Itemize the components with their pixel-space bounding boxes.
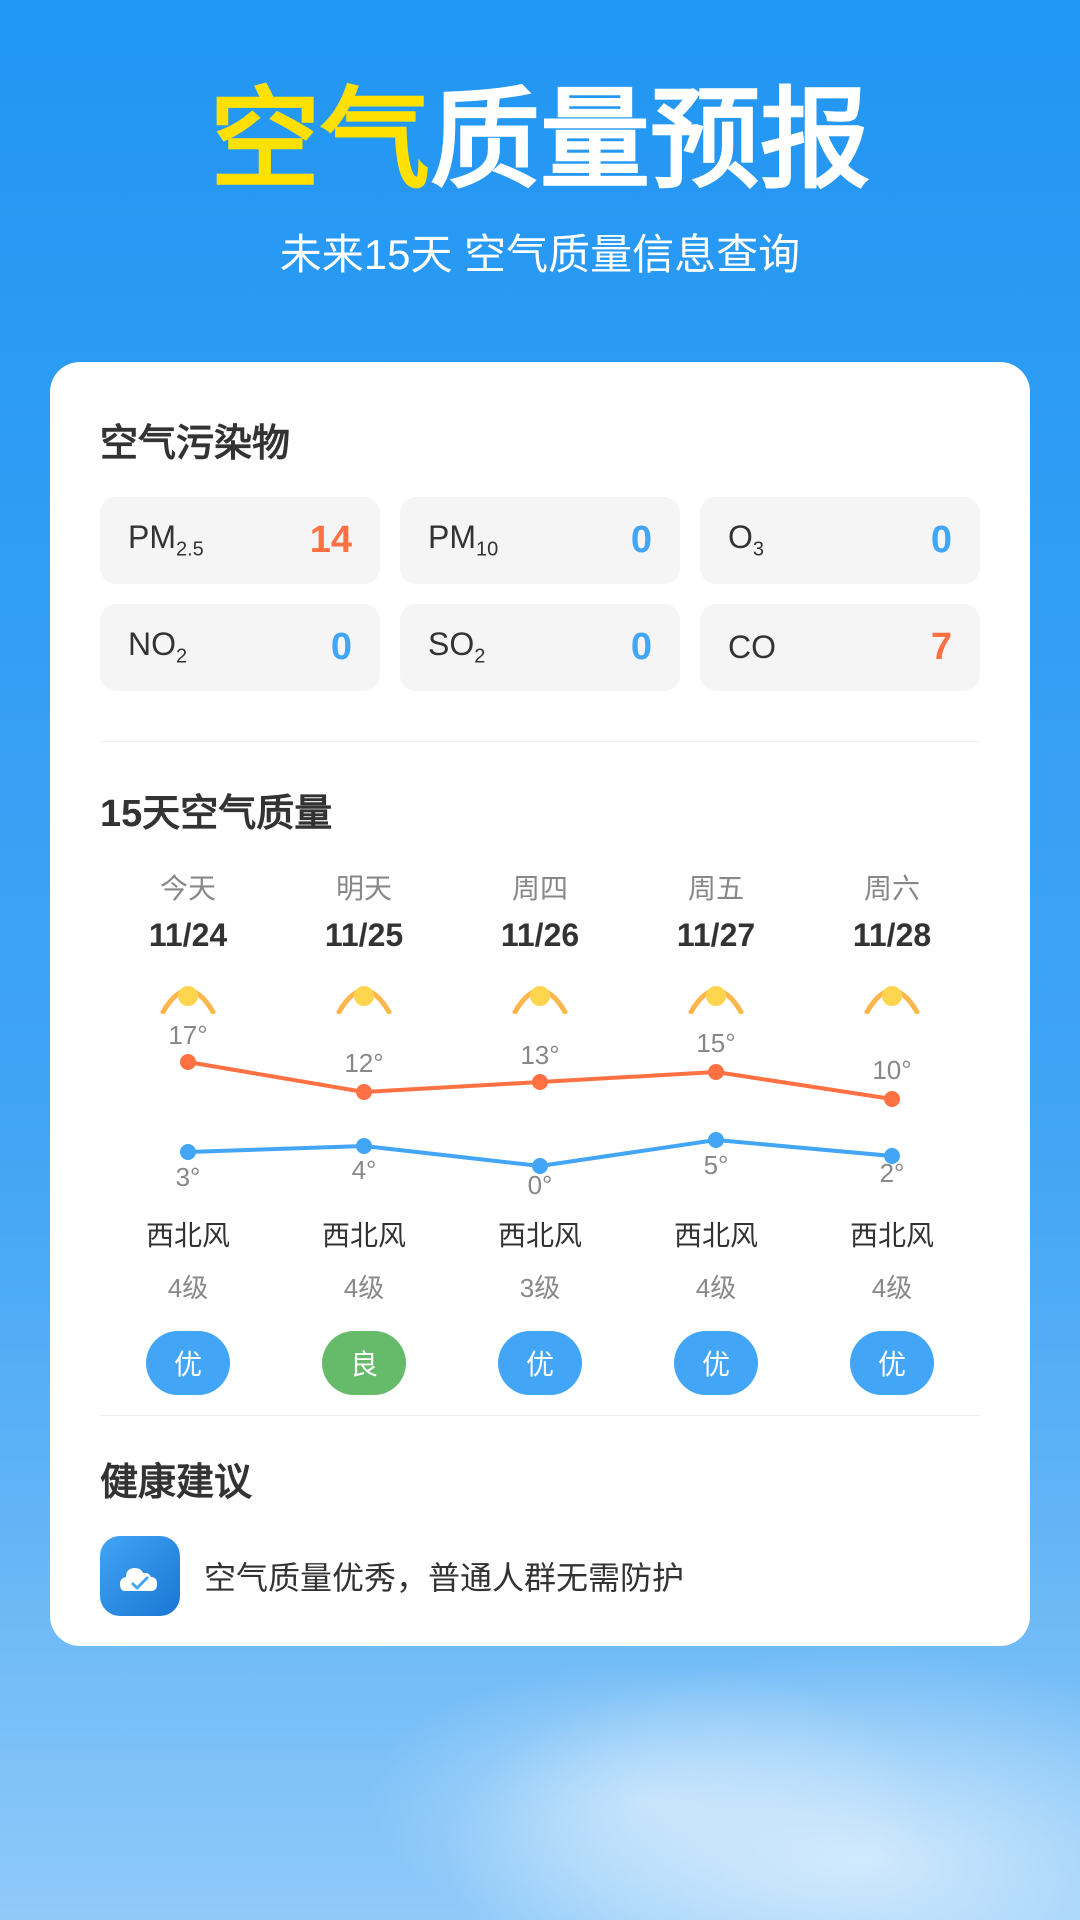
main-title: 空气质量预报 (60, 80, 1020, 201)
forecast-day-3: 周五 (688, 867, 744, 907)
forecast-date-1: 11/25 (325, 917, 403, 954)
sun-icon-1 (334, 974, 394, 1014)
sun-icon-0 (158, 974, 218, 1014)
forecast-col-1: 明天 11/25 (276, 867, 452, 954)
weather-icon-col-0 (100, 974, 276, 1014)
pollutants-title: 空气污染物 (100, 412, 980, 467)
wind-col-1: 西北风 4级 良 (276, 1214, 452, 1395)
health-item: 空气质量优秀，普通人群无需防护 (100, 1536, 980, 1616)
temp-chart-svg: 17° 12° 13° 15° 10° 3° 4° 0° 5° 2° (100, 1024, 980, 1204)
subtitle: 未来15天 空气质量信息查询 (60, 221, 1020, 282)
health-title: 健康建议 (100, 1451, 980, 1506)
main-card: 空气污染物 PM2.5 14 PM10 0 O3 0 NO2 0 SO2 0 C… (50, 362, 1030, 1646)
forecast-date-2: 11/26 (501, 917, 579, 954)
wind-dir-4: 西北风 (850, 1214, 934, 1254)
weather-icon-col-2 (452, 974, 628, 1014)
wind-dir-1: 西北风 (322, 1214, 406, 1254)
wind-level-2: 3级 (520, 1268, 560, 1305)
forecast-section: 15天空气质量 今天 11/24 明天 11/25 周四 11/26 周五 11… (100, 741, 980, 1616)
pollutant-co-name: CO (728, 629, 776, 666)
wind-level-4: 4级 (872, 1268, 912, 1305)
wind-col-4: 西北风 4级 优 (804, 1214, 980, 1395)
forecast-day-2: 周四 (512, 867, 568, 907)
forecast-day-1: 明天 (336, 867, 392, 907)
pollutant-no2-value: 0 (331, 626, 352, 669)
forecast-grid: 今天 11/24 明天 11/25 周四 11/26 周五 11/27 周六 1… (100, 867, 980, 954)
title-air: 空气 (210, 79, 430, 202)
forecast-date-3: 11/27 (677, 917, 755, 954)
temperature-chart: 17° 12° 13° 15° 10° 3° 4° 0° 5° 2° (100, 1024, 980, 1204)
pollutant-pm10-value: 0 (631, 519, 652, 562)
svg-text:5°: 5° (704, 1150, 729, 1180)
svg-text:17°: 17° (168, 1020, 207, 1050)
weather-icon-col-4 (804, 974, 980, 1014)
sun-icon-3 (686, 974, 746, 1014)
svg-text:3°: 3° (176, 1162, 201, 1192)
health-advice: 空气质量优秀，普通人群无需防护 (204, 1553, 684, 1599)
health-section: 健康建议 空气质量优秀，普通人群无需防护 (100, 1415, 980, 1616)
pollutant-no2: NO2 0 (100, 604, 380, 691)
weather-icons-row (100, 974, 980, 1014)
quality-badge-1: 良 (322, 1331, 406, 1395)
wind-dir-0: 西北风 (146, 1214, 230, 1254)
pollutant-grid: PM2.5 14 PM10 0 O3 0 NO2 0 SO2 0 CO 7 (100, 497, 980, 691)
pollutant-pm25-name: PM2.5 (128, 519, 204, 561)
pollutant-co: CO 7 (700, 604, 980, 691)
wind-level-1: 4级 (344, 1268, 384, 1305)
forecast-date-4: 11/28 (853, 917, 931, 954)
pollutant-pm25: PM2.5 14 (100, 497, 380, 584)
forecast-col-2: 周四 11/26 (452, 867, 628, 954)
sun-icon-2 (510, 974, 570, 1014)
sun-icon-4 (862, 974, 922, 1014)
forecast-title: 15天空气质量 (100, 782, 980, 837)
forecast-col-4: 周六 11/28 (804, 867, 980, 954)
pollutant-pm10: PM10 0 (400, 497, 680, 584)
wind-dir-2: 西北风 (498, 1214, 582, 1254)
wind-level-3: 4级 (696, 1268, 736, 1305)
wind-dir-3: 西北风 (674, 1214, 758, 1254)
wind-level-0: 4级 (168, 1268, 208, 1305)
pollutant-pm25-value: 14 (310, 519, 352, 562)
quality-badge-3: 优 (674, 1331, 758, 1395)
quality-badge-4: 优 (850, 1331, 934, 1395)
pollutant-no2-name: NO2 (128, 626, 187, 668)
svg-text:4°: 4° (352, 1155, 377, 1185)
header: 空气质量预报 未来15天 空气质量信息查询 (0, 0, 1080, 322)
quality-badge-2: 优 (498, 1331, 582, 1395)
svg-text:13°: 13° (520, 1040, 559, 1070)
forecast-date-0: 11/24 (149, 917, 227, 954)
pollutant-so2-value: 0 (631, 626, 652, 669)
pollutant-so2: SO2 0 (400, 604, 680, 691)
pollutant-o3-name: O3 (728, 519, 764, 561)
svg-text:15°: 15° (696, 1028, 735, 1058)
svg-text:12°: 12° (344, 1048, 383, 1078)
forecast-col-0: 今天 11/24 (100, 867, 276, 954)
wind-col-0: 西北风 4级 优 (100, 1214, 276, 1395)
forecast-col-3: 周五 11/27 (628, 867, 804, 954)
pollutant-o3: O3 0 (700, 497, 980, 584)
svg-text:0°: 0° (528, 1170, 553, 1200)
wind-quality-row: 西北风 4级 优 西北风 4级 良 西北风 3级 优 西北风 4级 优 西北风 (100, 1214, 980, 1395)
title-quality: 质量预报 (430, 79, 870, 202)
wind-col-3: 西北风 4级 优 (628, 1214, 804, 1395)
pollutant-co-value: 7 (931, 626, 952, 669)
pollutant-pm10-name: PM10 (428, 519, 498, 561)
cloud-icon (115, 1551, 165, 1601)
wind-col-2: 西北风 3级 优 (452, 1214, 628, 1395)
weather-icon-col-3 (628, 974, 804, 1014)
pollutant-o3-value: 0 (931, 519, 952, 562)
pollutant-so2-name: SO2 (428, 626, 485, 668)
forecast-day-4: 周六 (864, 867, 920, 907)
svg-text:10°: 10° (872, 1055, 911, 1085)
weather-icon-col-1 (276, 974, 452, 1014)
health-icon (100, 1536, 180, 1616)
forecast-day-0: 今天 (160, 867, 216, 907)
quality-badge-0: 优 (146, 1331, 230, 1395)
